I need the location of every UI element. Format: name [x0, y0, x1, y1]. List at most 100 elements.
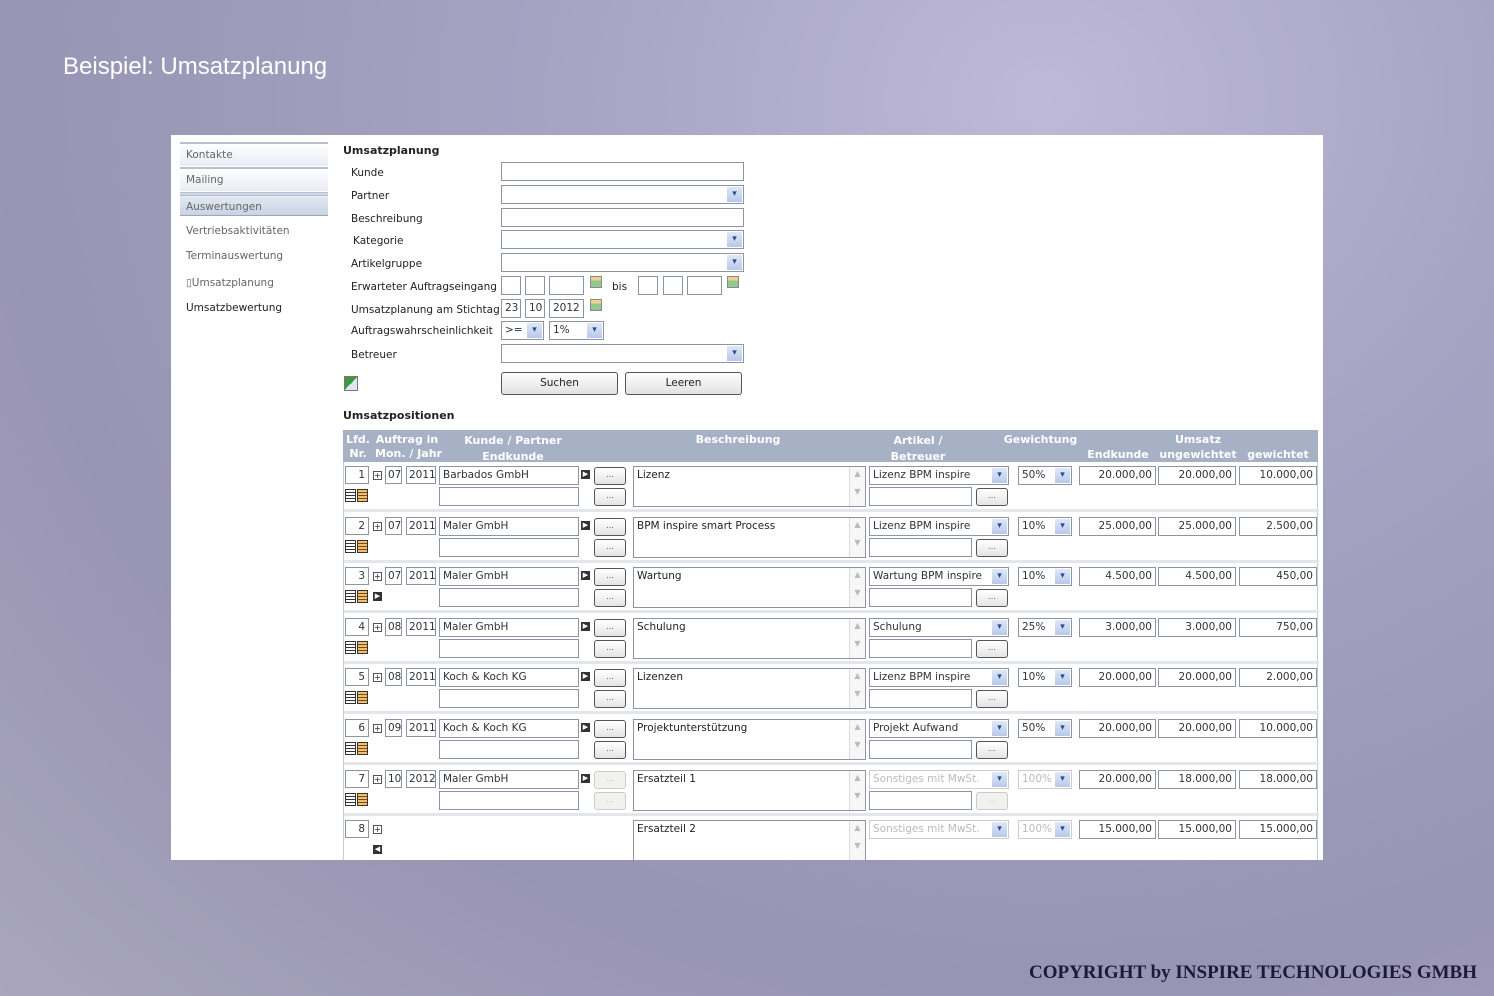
endkunde-input[interactable] [439, 638, 579, 658]
expand-plus-icon[interactable]: + [373, 622, 382, 632]
gewichtung-select[interactable]: 10% ▾ [1018, 516, 1072, 536]
row-number-input[interactable]: 4 [345, 617, 369, 636]
select-betreuer-button[interactable]: ... [976, 791, 1008, 810]
documents-icon[interactable] [345, 640, 371, 655]
gewichtet-amount[interactable]: 18.000,00 [1239, 769, 1317, 789]
arrow-right-icon[interactable]: ▶ [581, 470, 590, 479]
beschreibung-textarea[interactable]: Lizenz ▲ ▼ [633, 466, 866, 507]
textarea-scrollbar[interactable]: ▲ ▼ [849, 568, 865, 608]
gewichtung-select[interactable]: 100% ▾ [1018, 820, 1072, 840]
gewichtung-select[interactable]: 50% ▾ [1018, 719, 1072, 738]
select-kunde-button[interactable]: ... [594, 770, 626, 789]
arrow-right-icon[interactable]: ▶ [581, 773, 590, 783]
search-button[interactable]: Suchen [501, 372, 618, 395]
kunde-input[interactable]: Koch & Koch KG [439, 668, 579, 688]
gewichtung-select[interactable]: 25% ▾ [1018, 617, 1072, 637]
kunde-input[interactable]: Maler GmbH [439, 617, 579, 637]
select-kunde-button[interactable]: ... [594, 517, 626, 536]
select-endkunde-button[interactable]: ... [594, 639, 626, 658]
betreuer-input[interactable] [869, 588, 972, 608]
select-endkunde-button[interactable]: ... [594, 488, 626, 506]
gewichtet-amount[interactable]: 2.000,00 [1239, 668, 1317, 688]
textarea-scrollbar[interactable]: ▲ ▼ [849, 618, 865, 658]
gewichtung-select[interactable]: 10% ▾ [1018, 668, 1072, 688]
endkunde-amount[interactable]: 20.000,00 [1079, 668, 1156, 688]
year-input[interactable]: 2011 [406, 719, 436, 737]
documents-icon[interactable] [345, 742, 371, 756]
select-kunde-button[interactable]: ... [594, 568, 626, 587]
calendar-icon[interactable] [590, 276, 602, 288]
betreuer-input[interactable] [869, 740, 972, 759]
from-month-input[interactable] [525, 276, 545, 295]
select-betreuer-button[interactable]: ... [976, 538, 1008, 557]
gewichtung-select[interactable]: 50% ▾ [1018, 466, 1072, 485]
gewichtet-amount[interactable]: 10.000,00 [1239, 719, 1317, 738]
endkunde-amount[interactable]: 20.000,00 [1079, 719, 1156, 738]
nav-kontakte[interactable]: Kontakte [180, 142, 328, 166]
arrow-right-icon[interactable]: ▶ [581, 571, 590, 581]
arrow-right-icon[interactable]: ▶ [581, 621, 590, 631]
betreuer-input[interactable] [869, 638, 972, 658]
documents-icon[interactable] [345, 691, 371, 705]
year-input[interactable]: 2011 [406, 567, 436, 586]
betreuer-input[interactable] [869, 487, 972, 506]
artikel-select[interactable]: Sonstiges mit MwSt. ▾ [869, 820, 1009, 840]
stichtag-year-input[interactable]: 2012 [549, 299, 584, 318]
beschreibung-textarea[interactable]: BPM inspire smart Process ▲ ▼ [633, 516, 866, 558]
textarea-scrollbar[interactable]: ▲ ▼ [849, 720, 865, 759]
month-input[interactable]: 08 [385, 617, 402, 636]
beschreibung-textarea[interactable]: Wartung ▲ ▼ [633, 567, 866, 609]
month-input[interactable]: 07 [385, 567, 402, 586]
select-endkunde-button[interactable]: ... [594, 690, 626, 709]
select-betreuer-button[interactable]: ... [976, 639, 1008, 658]
expand-plus-icon[interactable]: + [373, 521, 382, 531]
artikel-select[interactable]: Projekt Aufwand ▾ [869, 719, 1009, 738]
betreuer-input[interactable] [869, 689, 972, 709]
betreuer-input[interactable] [869, 790, 972, 810]
endkunde-input[interactable] [439, 689, 579, 709]
expand-plus-icon[interactable]: + [373, 673, 382, 683]
artikel-select[interactable]: Lizenz BPM inspire ▾ [869, 668, 1009, 688]
expand-plus-icon[interactable]: + [373, 471, 382, 480]
endkunde-amount[interactable]: 20.000,00 [1079, 466, 1156, 485]
nav-umsatzbewertung[interactable]: Umsatzbewertung [186, 302, 282, 314]
arrow-right-icon[interactable]: ▶ [581, 672, 590, 682]
nav-mailing[interactable]: Mailing [180, 167, 328, 191]
expand-plus-icon[interactable]: + [373, 825, 382, 835]
ungewichtet-amount[interactable]: 4.500,00 [1158, 567, 1236, 587]
select-endkunde-button[interactable]: ... [594, 741, 626, 759]
select-betreuer-button[interactable]: ... [976, 589, 1008, 608]
month-input[interactable]: 07 [385, 516, 402, 535]
kategorie-select[interactable]: ▾ [501, 230, 744, 249]
row-number-input[interactable]: 7 [345, 769, 369, 788]
beschreibung-textarea[interactable]: Lizenzen ▲ ▼ [633, 668, 866, 710]
endkunde-amount[interactable]: 15.000,00 [1079, 820, 1156, 840]
documents-icon[interactable] [345, 489, 371, 503]
nav-vertriebsaktivitaeten[interactable]: Vertriebsaktivitäten [186, 225, 290, 237]
ungewichtet-amount[interactable]: 20.000,00 [1158, 668, 1236, 688]
year-input[interactable]: 2012 [406, 769, 436, 788]
month-input[interactable]: 10 [385, 769, 402, 788]
kunde-input[interactable]: Maler GmbH [439, 769, 579, 789]
ungewichtet-amount[interactable]: 3.000,00 [1158, 617, 1236, 637]
month-input[interactable]: 08 [385, 668, 402, 687]
excel-export-icon[interactable] [344, 376, 358, 391]
arrow-right-icon[interactable]: ▶ [373, 592, 382, 602]
kunde-input[interactable]: Maler GmbH [439, 567, 579, 587]
betreuer-select[interactable]: ▾ [501, 344, 744, 363]
gewichtet-amount[interactable]: 15.000,00 [1239, 820, 1317, 840]
to-year-input[interactable] [687, 276, 722, 295]
gewichtung-select[interactable]: 10% ▾ [1018, 567, 1072, 587]
row-number-input[interactable]: 6 [345, 719, 369, 737]
endkunde-input[interactable] [439, 537, 579, 557]
year-input[interactable]: 2011 [406, 668, 436, 687]
year-input[interactable]: 2011 [406, 516, 436, 535]
select-betreuer-button[interactable]: ... [976, 690, 1008, 709]
beschreibung-input[interactable] [501, 208, 744, 227]
artikel-select[interactable]: Sonstiges mit MwSt. ▾ [869, 769, 1009, 789]
documents-icon[interactable] [345, 590, 371, 604]
select-kunde-button[interactable]: ... [594, 618, 626, 637]
kunde-input[interactable]: Koch & Koch KG [439, 719, 579, 738]
month-input[interactable]: 07 [385, 466, 402, 484]
gewichtet-amount[interactable]: 450,00 [1239, 567, 1317, 587]
